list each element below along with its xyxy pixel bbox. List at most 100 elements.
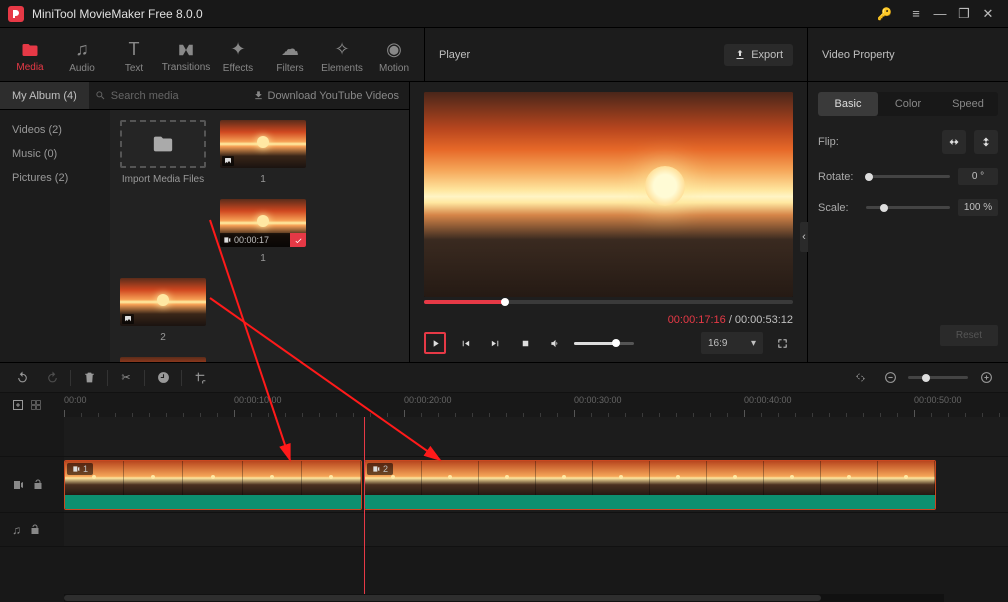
- tab-audio[interactable]: ♫Audio: [56, 32, 108, 81]
- tab-motion[interactable]: ◉Motion: [368, 32, 420, 81]
- audio-track-icon: ♫: [12, 523, 21, 537]
- media-item[interactable]: 2: [120, 278, 206, 343]
- split-button[interactable]: ✂: [114, 366, 138, 390]
- stop-button[interactable]: [514, 332, 536, 354]
- menu-icon[interactable]: ≡: [904, 6, 928, 21]
- timeline-ruler[interactable]: 00:0000:00:10:0000:00:20:0000:00:30:0000…: [64, 393, 1008, 417]
- tab-filters[interactable]: ☁Filters: [264, 32, 316, 81]
- scale-label: Scale:: [818, 202, 858, 214]
- app-logo: [8, 6, 24, 22]
- timeline-clip[interactable]: 1: [64, 460, 362, 510]
- picture-badge-icon: [122, 314, 134, 324]
- tool-tabs: Media ♫Audio TText Transitions ✦Effects …: [0, 28, 424, 81]
- tab-text[interactable]: TText: [108, 32, 160, 81]
- audio-track: ♫: [0, 513, 1008, 547]
- download-youtube-link[interactable]: Download YouTube Videos: [253, 90, 400, 102]
- maximize-icon[interactable]: ❐: [952, 6, 976, 22]
- scale-slider[interactable]: [866, 206, 950, 209]
- scale-value[interactable]: 100 %: [958, 199, 998, 216]
- undo-button[interactable]: [10, 366, 34, 390]
- tab-basic[interactable]: Basic: [818, 92, 878, 116]
- flip-horizontal-button[interactable]: [942, 130, 966, 154]
- add-track-button[interactable]: [0, 393, 64, 417]
- tab-speed[interactable]: Speed: [938, 92, 998, 116]
- library-sidebar: Videos (2) Music (0) Pictures (2): [0, 110, 110, 362]
- aspect-ratio-select[interactable]: 16:9▾: [701, 332, 763, 354]
- tab-label: Media: [16, 62, 43, 73]
- export-label: Export: [751, 49, 783, 61]
- media-label: 1: [260, 174, 266, 185]
- rotate-slider[interactable]: [866, 175, 950, 178]
- album-tab[interactable]: My Album (4): [0, 82, 89, 109]
- property-title: Video Property: [822, 49, 895, 61]
- volume-button[interactable]: [544, 332, 566, 354]
- unlock-icon[interactable]: [32, 479, 44, 491]
- zoom-out-button[interactable]: [878, 366, 902, 390]
- tab-label: Filters: [276, 63, 303, 74]
- scrub-bar[interactable]: [424, 300, 793, 304]
- media-thumbnail: [220, 120, 306, 168]
- timeline-toolbar: ✂: [0, 363, 1008, 393]
- tab-label: Transitions: [162, 62, 211, 73]
- media-item[interactable]: 00:00:17 1: [220, 199, 306, 264]
- download-label: Download YouTube Videos: [268, 90, 400, 102]
- zoom-slider[interactable]: [908, 376, 968, 379]
- sidebar-item-pictures[interactable]: Pictures (2): [0, 166, 110, 190]
- rotate-value[interactable]: 0 °: [958, 168, 998, 185]
- prev-button[interactable]: [454, 332, 476, 354]
- next-button[interactable]: [484, 332, 506, 354]
- flip-vertical-button[interactable]: [974, 130, 998, 154]
- video-preview[interactable]: [424, 92, 793, 297]
- tab-label: Audio: [69, 63, 95, 74]
- delete-button[interactable]: [77, 366, 101, 390]
- checkmark-icon: [290, 233, 306, 247]
- tab-elements[interactable]: ✧Elements: [316, 32, 368, 81]
- media-label: 2: [160, 332, 166, 343]
- export-icon: [734, 49, 746, 61]
- timecode: 00:00:17:16 / 00:00:53:12: [424, 310, 793, 330]
- volume-slider[interactable]: [574, 342, 634, 345]
- video-track-body[interactable]: 12: [64, 457, 1008, 512]
- timeline-clip[interactable]: 2: [364, 460, 936, 510]
- speed-button[interactable]: [151, 366, 175, 390]
- media-item[interactable]: 1: [220, 120, 306, 185]
- tab-effects[interactable]: ✦Effects: [212, 32, 264, 81]
- horizontal-scrollbar[interactable]: [64, 594, 944, 602]
- play-button[interactable]: [424, 332, 446, 354]
- media-item[interactable]: 00:00:35 2: [120, 357, 206, 362]
- sidebar-item-music[interactable]: Music (0): [0, 142, 110, 166]
- zoom-in-button[interactable]: [974, 366, 998, 390]
- close-icon[interactable]: ✕: [976, 6, 1000, 22]
- property-tabs: Basic Color Speed: [818, 92, 998, 116]
- media-thumbnail: 00:00:35: [120, 357, 206, 362]
- video-track-icon: [12, 479, 24, 491]
- playhead[interactable]: [364, 417, 365, 594]
- properties-pane: ‹ Basic Color Speed Flip: Rotate: 0 ° Sc…: [808, 82, 1008, 362]
- search-placeholder: Search media: [111, 90, 179, 102]
- timeline-tracks: 12 ♫: [0, 417, 1008, 594]
- current-time: 00:00:17:16: [668, 314, 726, 326]
- track-head-audio: ♫: [0, 513, 64, 546]
- library-toolbar: My Album (4) Search media Download YouTu…: [0, 82, 409, 110]
- expand-handle[interactable]: ‹: [800, 222, 808, 252]
- sidebar-item-videos[interactable]: Videos (2): [0, 118, 110, 142]
- tab-color[interactable]: Color: [878, 92, 938, 116]
- title-bar: MiniTool MovieMaker Free 8.0.0 🔑 ≡ — ❐ ✕: [0, 0, 1008, 28]
- player-title: Player: [439, 49, 470, 61]
- reset-button[interactable]: Reset: [940, 325, 998, 346]
- search-input[interactable]: Search media: [95, 90, 215, 102]
- import-media-button[interactable]: Import Media Files: [120, 120, 206, 185]
- total-time: 00:00:53:12: [735, 314, 793, 326]
- unlock-icon[interactable]: [29, 524, 41, 536]
- flip-label: Flip:: [818, 136, 858, 148]
- redo-button[interactable]: [40, 366, 64, 390]
- auto-fit-button[interactable]: [848, 366, 872, 390]
- key-icon[interactable]: 🔑: [877, 7, 892, 21]
- fullscreen-button[interactable]: [771, 332, 793, 354]
- export-button[interactable]: Export: [724, 44, 793, 66]
- folder-icon: [152, 133, 174, 155]
- minimize-icon[interactable]: —: [928, 6, 952, 21]
- tab-transitions[interactable]: Transitions: [160, 32, 212, 81]
- tab-media[interactable]: Media: [4, 32, 56, 81]
- crop-button[interactable]: [188, 366, 212, 390]
